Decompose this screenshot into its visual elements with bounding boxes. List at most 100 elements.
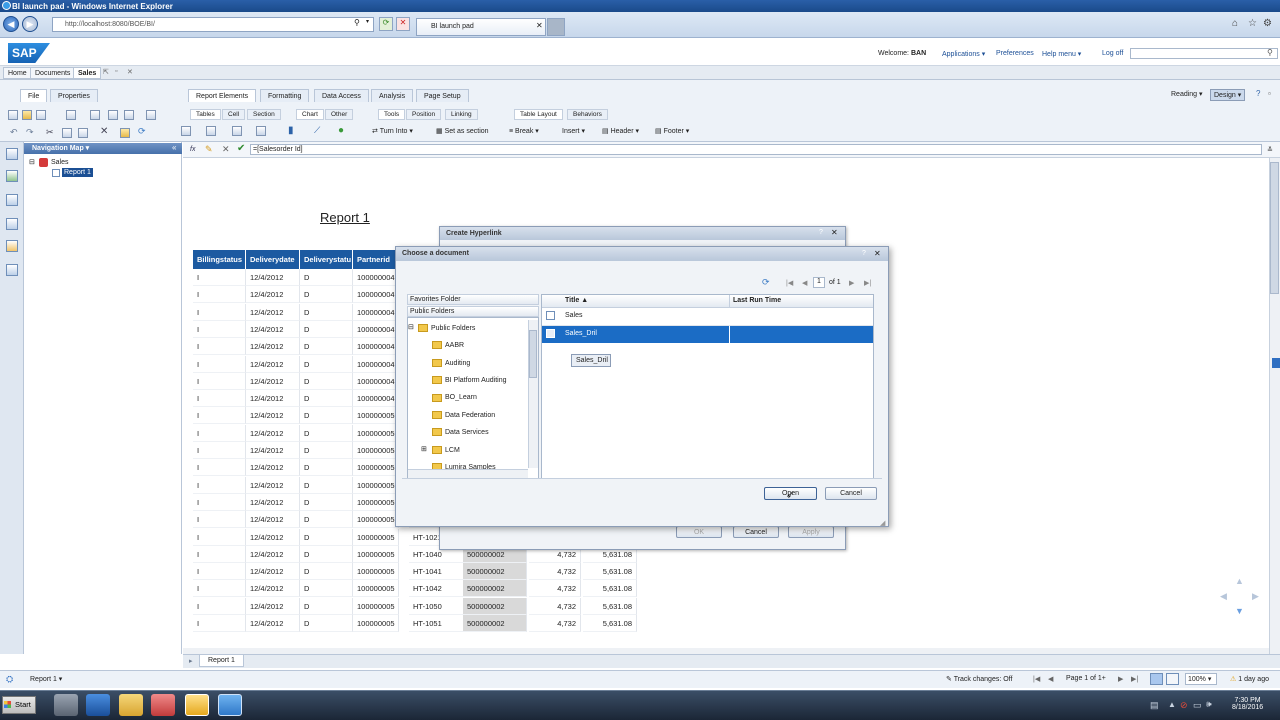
table-cell[interactable]: 12/4/2012 [246, 511, 300, 529]
collapse-icon[interactable]: « [172, 143, 176, 152]
table-cell[interactable]: 12/4/2012 [246, 303, 300, 321]
table-cell[interactable]: 12/4/2012 [246, 493, 300, 511]
table-cell[interactable]: 100000005 [353, 424, 399, 442]
table-cell[interactable]: D [300, 528, 353, 546]
new-icon[interactable] [8, 110, 18, 120]
line-chart-icon[interactable]: ⟋ [314, 125, 320, 136]
cancel-button[interactable]: Cancel [733, 526, 779, 538]
table-cell[interactable]: 12/4/2012 [246, 372, 300, 390]
table-cell[interactable]: I [193, 303, 246, 321]
table-cell[interactable]: D [300, 286, 353, 304]
quick-display-icon[interactable] [1150, 673, 1163, 685]
tab-sales[interactable]: Sales [73, 67, 102, 79]
preferences-link[interactable]: Preferences [996, 50, 1034, 57]
tree-folder[interactable]: AABR [432, 341, 464, 350]
page-indicator[interactable]: Page 1 of 1+ [1066, 675, 1106, 682]
table-cell[interactable]: I [193, 563, 246, 581]
send-icon[interactable] [146, 110, 156, 120]
close-icon[interactable]: ✕ [127, 68, 133, 76]
report-title[interactable]: Report 1 [320, 210, 370, 225]
col-title-header[interactable]: Title ▲ [565, 297, 588, 304]
refresh-icon[interactable]: ⟳ [762, 277, 770, 288]
table-cell[interactable]: 5,631.08 [583, 597, 637, 615]
subtab-position[interactable]: Position [406, 109, 442, 120]
favorites-folder-header[interactable]: Favorites Folder [407, 294, 539, 305]
table-cell[interactable]: I [193, 424, 246, 442]
table-cell[interactable]: D [300, 320, 353, 338]
tab-properties[interactable]: Properties [50, 89, 98, 102]
table-cell[interactable]: 12/4/2012 [246, 355, 300, 373]
refresh-icon[interactable]: ⟳ [138, 126, 146, 137]
table-cell[interactable]: 100000005 [353, 511, 399, 529]
web-service-icon[interactable] [6, 264, 18, 276]
page-mode-icon[interactable] [1166, 673, 1179, 685]
maximize-icon[interactable]: ▫ [1268, 89, 1271, 98]
tree-folder[interactable]: BO_Learn [432, 393, 477, 402]
table-cell[interactable]: HT-1041 [409, 563, 465, 581]
table-cell[interactable]: 500000002 [463, 615, 527, 632]
validate-formula-icon[interactable]: ✔ [237, 143, 245, 154]
table-cell[interactable]: D [300, 407, 353, 425]
help-menu[interactable]: Help menu ▾ [1042, 50, 1081, 58]
table-cell[interactable]: 4,732 [529, 563, 581, 581]
refresh-icon[interactable]: ⟳ [379, 17, 393, 31]
reading-mode[interactable]: Reading ▾ [1171, 90, 1203, 98]
table-cell[interactable]: 100000005 [353, 615, 399, 632]
table-cell[interactable]: 12/4/2012 [246, 528, 300, 546]
tray-display-icon[interactable]: ▭ [1193, 700, 1202, 711]
table-cell[interactable]: I [193, 476, 246, 494]
insert-button[interactable]: Insert ▾ [562, 127, 585, 139]
close-icon[interactable]: ✕ [831, 228, 838, 237]
help-icon[interactable]: ? [862, 250, 866, 257]
table-cell[interactable]: I [193, 390, 246, 408]
table-cell[interactable]: I [193, 320, 246, 338]
list-item-sales[interactable]: Sales [565, 312, 583, 319]
tray-expand-icon[interactable]: ▲ [1168, 700, 1176, 709]
table-cell[interactable]: I [193, 597, 246, 615]
table-cell[interactable]: 5,631.08 [583, 615, 637, 632]
tree-hscrollbar[interactable] [408, 469, 528, 478]
table-cell[interactable]: D [300, 580, 353, 598]
table-cell[interactable]: D [300, 615, 353, 632]
tree-toggle-icon[interactable]: ⊟ [408, 323, 414, 331]
tree-folder[interactable]: Public Folders [418, 324, 475, 332]
design-mode[interactable]: Design ▾ [1210, 89, 1246, 101]
vertical-table-icon[interactable] [206, 126, 216, 136]
first-page-icon[interactable]: |◀ [786, 279, 793, 287]
help-icon[interactable]: ? [819, 229, 823, 236]
table-cell[interactable]: 100000005 [353, 459, 399, 477]
home-icon[interactable]: ⌂ [1232, 18, 1238, 29]
table-cell[interactable]: 12/4/2012 [246, 407, 300, 425]
table-cell[interactable]: 12/4/2012 [246, 580, 300, 598]
table-cell[interactable]: HT-1042 [409, 580, 465, 598]
pan-left-icon[interactable]: ◀ [1220, 591, 1227, 602]
table-cell[interactable]: I [193, 459, 246, 477]
crosstab-icon[interactable] [232, 126, 242, 136]
export-icon[interactable] [124, 110, 134, 120]
tree-toggle-icon[interactable]: ⊞ [421, 445, 427, 453]
internet-explorer-icon[interactable] [218, 694, 242, 716]
tray-security-icon[interactable]: ⊘ [1180, 700, 1188, 711]
table-cell[interactable]: 4,732 [529, 597, 581, 615]
address-input[interactable]: http://localhost:8080/BOE/BI/ [52, 17, 374, 32]
prev-page-icon[interactable]: ◀ [1048, 675, 1053, 683]
tab-analysis[interactable]: Analysis [371, 89, 414, 102]
save-icon[interactable] [36, 110, 46, 120]
fx-icon[interactable]: fx [190, 146, 195, 153]
redo-icon[interactable]: ↷ [26, 127, 34, 138]
tree-folder[interactable]: Data Federation [432, 411, 495, 419]
turn-into-button[interactable]: ⇄ Turn Into ▾ [372, 127, 413, 139]
formula-input[interactable]: =[Salesorder Id] [250, 144, 1262, 155]
page-input[interactable]: 1 [813, 277, 825, 288]
pie-chart-icon[interactable]: ● [338, 125, 344, 136]
table-cell[interactable]: 500000002 [463, 563, 527, 581]
table-cell[interactable]: I [193, 615, 246, 632]
col-last-run-header[interactable]: Last Run Time [733, 297, 781, 304]
find-icon[interactable] [90, 110, 100, 120]
header-button[interactable]: ▤ Header ▾ [602, 127, 639, 139]
app-icon[interactable] [151, 694, 175, 716]
break-button[interactable]: ≡ Break ▾ [509, 127, 539, 139]
table-cell[interactable]: 12/4/2012 [246, 269, 300, 286]
tray-network-icon[interactable]: ▤ [1150, 700, 1159, 711]
col-header[interactable]: Partnerid [353, 250, 399, 269]
